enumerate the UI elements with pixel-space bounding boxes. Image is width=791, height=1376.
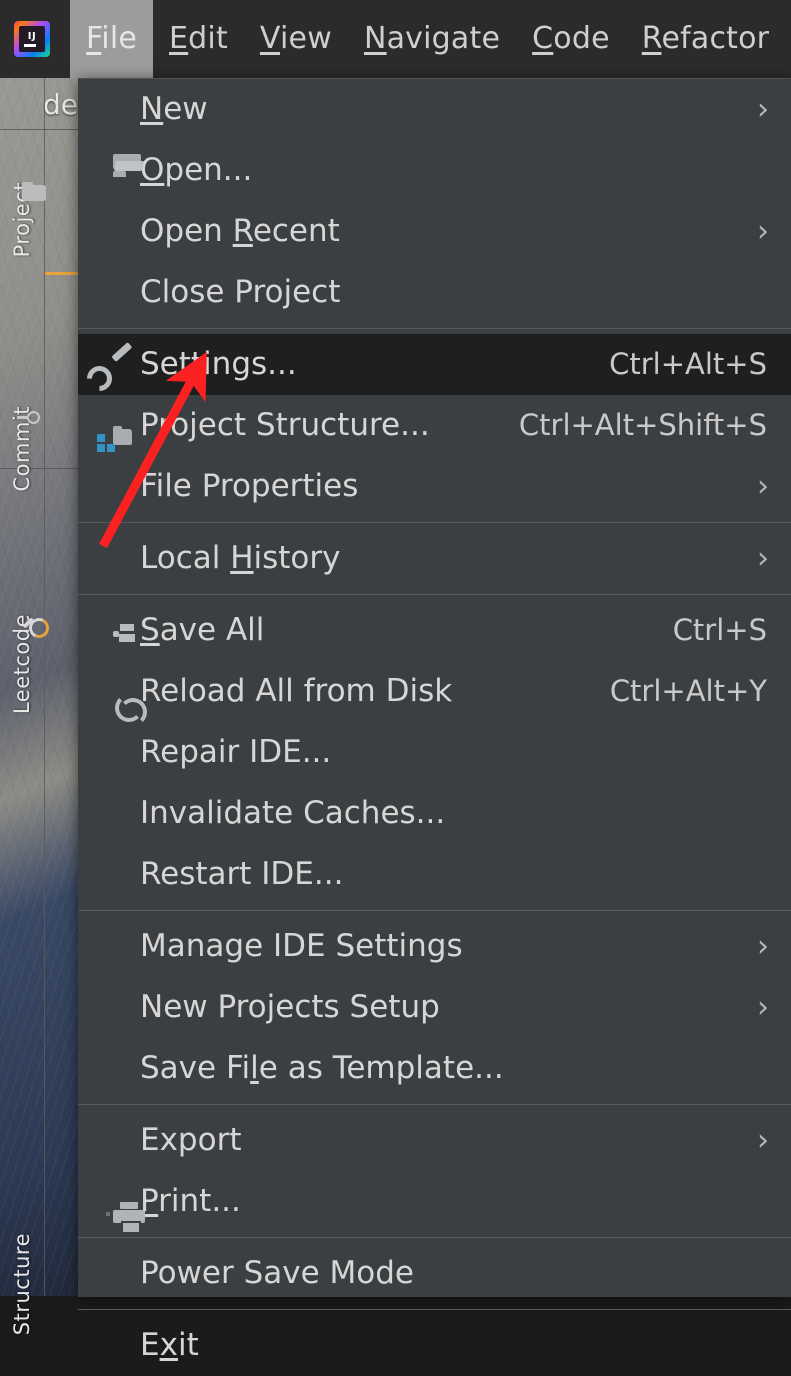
menubar-item-navigate[interactable]: Navigate [348,0,516,78]
intellij-idea-logo-icon: IJ [14,21,50,57]
menu-item-reload-all-from-disk[interactable]: Reload All from Disk Ctrl+Alt+Y [78,661,791,726]
menu-item-label: Save File as Template... [140,1050,504,1086]
menu-separator [78,594,791,595]
menu-item-shortcut: Ctrl+Alt+Y [609,674,767,708]
menu-item-new[interactable]: New › [78,79,791,140]
sidebar-item-label: Structure [10,1233,34,1336]
menu-item-open-recent[interactable]: Open Recent › [78,201,791,262]
menu-item-label: Manage IDE Settings [140,928,463,964]
chevron-right-icon: › [757,91,769,127]
menu-item-restart-ide[interactable]: Restart IDE... [78,844,791,905]
menubar-item-label: File [86,21,138,56]
menu-separator [78,522,791,523]
file-dropdown-menu[interactable]: New › Open... Open Recent › Close Project Sett… [78,78,791,1361]
menu-item-shortcut: Ctrl+S [672,613,767,647]
chevron-right-icon: › [757,213,769,249]
menu-item-label: Reload All from Disk [140,673,453,709]
menu-item-label: Export [140,1122,242,1158]
sidebar-item-structure[interactable]: Structure [0,1233,44,1335]
menu-item-invalidate-caches[interactable]: Invalidate Caches... [78,783,791,844]
menu-item-label: Settings... [140,346,297,382]
menu-separator [78,910,791,911]
menu-item-file-properties[interactable]: File Properties › [78,456,791,517]
menu-item-open[interactable]: Open... [78,140,791,201]
logo-text: IJ [27,31,37,42]
chevron-right-icon: › [757,928,769,964]
menubar-item-label: Refactor [641,21,770,56]
chevron-right-icon: › [757,1122,769,1158]
menubar-item-label: Edit [169,21,228,56]
menu-separator [78,1104,791,1105]
menu-item-label: Open Recent [140,213,340,249]
menu-item-new-projects-setup[interactable]: New Projects Setup › [78,977,791,1038]
project-tab-selected-underline [44,272,78,275]
menu-separator [78,1237,791,1238]
menubar-item-label: Navigate [363,21,501,56]
menu-item-manage-ide-settings[interactable]: Manage IDE Settings › [78,916,791,977]
menu-item-print[interactable]: Print... [78,1171,791,1234]
chevron-right-icon: › [757,468,769,504]
menu-item-close-project[interactable]: Close Project [78,262,791,323]
menu-item-label: File Properties [140,468,359,504]
menubar-item-view[interactable]: View [244,0,348,78]
menu-item-label: Close Project [140,274,341,310]
menu-item-label: Exit [140,1327,199,1363]
menu-item-label: Open... [140,152,253,188]
menubar-item-edit[interactable]: Edit [153,0,244,78]
menu-item-local-history[interactable]: Local History › [78,528,791,589]
menu-item-power-save-mode[interactable]: Power Save Mode [78,1243,791,1304]
menu-item-label: Print... [140,1183,241,1219]
menu-item-label: Local History [140,540,341,576]
left-tool-stripe: Project Commit Leetcode Structure [0,78,52,1335]
menu-item-label: New Projects Setup [140,989,440,1025]
chevron-right-icon: › [757,540,769,576]
menu-item-label: Restart IDE... [140,856,344,892]
menu-separator [78,1309,791,1310]
sidebar-item-project[interactable]: Project [0,174,44,257]
chevron-right-icon: › [757,989,769,1025]
menubar-item-label: View [259,21,332,56]
sidebar-item-commit[interactable]: Commit [0,398,44,492]
menu-bar: IJ File Edit View Navigate Code Refactor [0,0,791,78]
menu-separator [78,328,791,329]
menubar-item-refactor[interactable]: Refactor [626,0,785,78]
menu-item-label: Repair IDE... [140,734,332,770]
sidebar-item-leetcode[interactable]: Leetcode [0,606,52,714]
menu-item-shortcut: Ctrl+Alt+Shift+S [518,408,767,442]
menu-item-label: New [140,91,208,127]
menu-item-save-all[interactable]: Save All Ctrl+S [78,600,791,661]
menu-item-exit[interactable]: Exit [78,1315,791,1376]
menu-item-save-file-as-template[interactable]: Save File as Template... [78,1038,791,1099]
menubar-item-file[interactable]: File [70,0,154,78]
menu-item-label: Save All [140,612,265,648]
menu-bar-items: File Edit View Navigate Code Refactor [70,0,785,78]
menu-item-export[interactable]: Export › [78,1110,791,1171]
menu-item-label: Invalidate Caches... [140,795,446,831]
menu-item-label: Power Save Mode [140,1255,414,1291]
menubar-item-label: Code [532,21,610,56]
menu-item-project-structure[interactable]: Project Structure... Ctrl+Alt+Shift+S [78,395,791,456]
menu-item-shortcut: Ctrl+Alt+S [609,347,767,381]
menu-item-label: Project Structure... [140,407,430,443]
menu-item-repair-ide[interactable]: Repair IDE... [78,722,791,783]
menubar-item-code[interactable]: Code [516,0,626,78]
menu-item-settings[interactable]: Settings... Ctrl+Alt+S [78,334,791,396]
